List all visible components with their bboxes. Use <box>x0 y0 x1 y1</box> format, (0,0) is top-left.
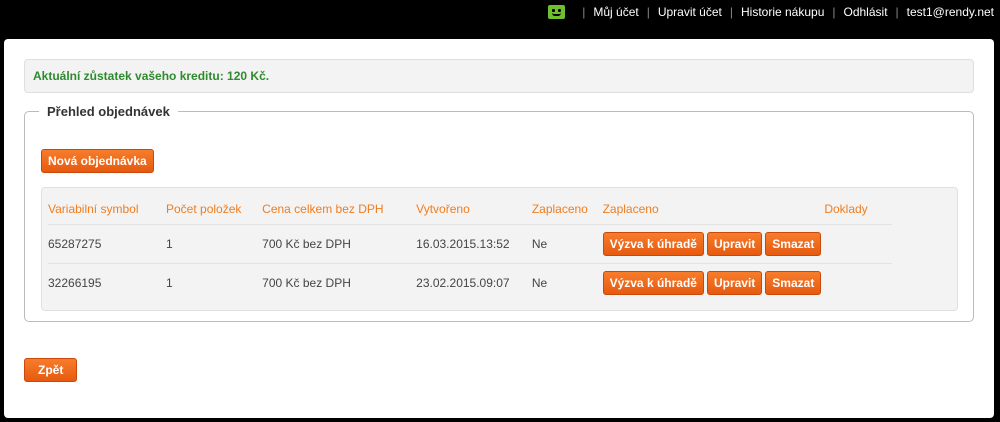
cell-paid: Ne <box>531 224 603 264</box>
cell-item-count: 1 <box>166 224 263 264</box>
delete-button[interactable]: Smazat <box>765 271 822 295</box>
nav-purchase-history[interactable]: Historie nákupu <box>741 5 824 19</box>
cell-actions: Výzva k úhradě Upravit Smazat <box>602 224 825 264</box>
delete-button[interactable]: Smazat <box>765 232 822 256</box>
credit-balance: Aktuální zůstatek vašeho kreditu: 120 Kč… <box>24 59 974 93</box>
table-row: 65287275 1 700 Kč bez DPH 16.03.2015.13:… <box>48 224 892 264</box>
nav-user-email[interactable]: test1@rendy.net <box>907 5 994 19</box>
orders-table: Variabilní symbol Počet položek Cena cel… <box>48 194 892 302</box>
header-paid: Zaplaceno <box>531 194 603 225</box>
top-bar: | Můj účet | Upravit účet | Historie nák… <box>0 0 1000 26</box>
orders-header-row: Variabilní symbol Počet položek Cena cel… <box>48 194 892 225</box>
cell-documents <box>824 224 892 264</box>
cell-variable-symbol: 65287275 <box>48 224 166 264</box>
orders-overview: Přehled objednávek Nová objednávka Varia… <box>24 104 974 322</box>
cell-created: 23.02.2015.09:07 <box>416 276 510 290</box>
cell-actions: Výzva k úhradě Upravit Smazat <box>602 264 825 303</box>
cell-created: 16.03.2015.13:52 <box>416 224 532 264</box>
header-variable-symbol: Variabilní symbol <box>48 194 166 225</box>
orders-table-wrap: Variabilní symbol Počet položek Cena cel… <box>41 187 958 311</box>
nav-my-account[interactable]: Můj účet <box>593 5 638 19</box>
cell-paid: Ne <box>531 276 548 290</box>
smiley-icon <box>548 5 566 19</box>
main-panel: Aktuální zůstatek vašeho kreditu: 120 Kč… <box>4 39 994 418</box>
cell-documents <box>824 264 892 303</box>
cell-total-price: 700 Kč bez DPH <box>262 276 351 290</box>
top-nav: | Můj účet | Upravit účet | Historie nák… <box>548 5 994 19</box>
payment-request-button[interactable]: Výzva k úhradě <box>602 271 704 295</box>
header-item-count: Počet položek <box>166 194 263 225</box>
nav-logout[interactable]: Odhlásit <box>844 5 888 19</box>
payment-request-button[interactable]: Výzva k úhradě <box>602 232 704 256</box>
header-documents: Doklady <box>824 194 892 225</box>
orders-legend: Přehled objednávek <box>47 104 170 119</box>
header-paid-actions: Zaplaceno <box>602 194 825 225</box>
header-created: Vytvořeno <box>416 194 532 225</box>
back-button[interactable]: Zpět <box>24 358 78 382</box>
cell-total-price: 700 Kč bez DPH <box>262 224 417 264</box>
edit-button[interactable]: Upravit <box>706 271 763 295</box>
cell-item-count: 1 <box>166 276 173 290</box>
header-total-price: Cena celkem bez DPH <box>262 194 417 225</box>
nav-edit-account[interactable]: Upravit účet <box>658 5 722 19</box>
edit-button[interactable]: Upravit <box>706 232 763 256</box>
table-row: 32266195 1 700 Kč bez DPH 23.02.2015.09:… <box>48 264 892 303</box>
cell-variable-symbol: 32266195 <box>48 276 102 290</box>
new-order-button[interactable]: Nová objednávka <box>41 149 154 173</box>
